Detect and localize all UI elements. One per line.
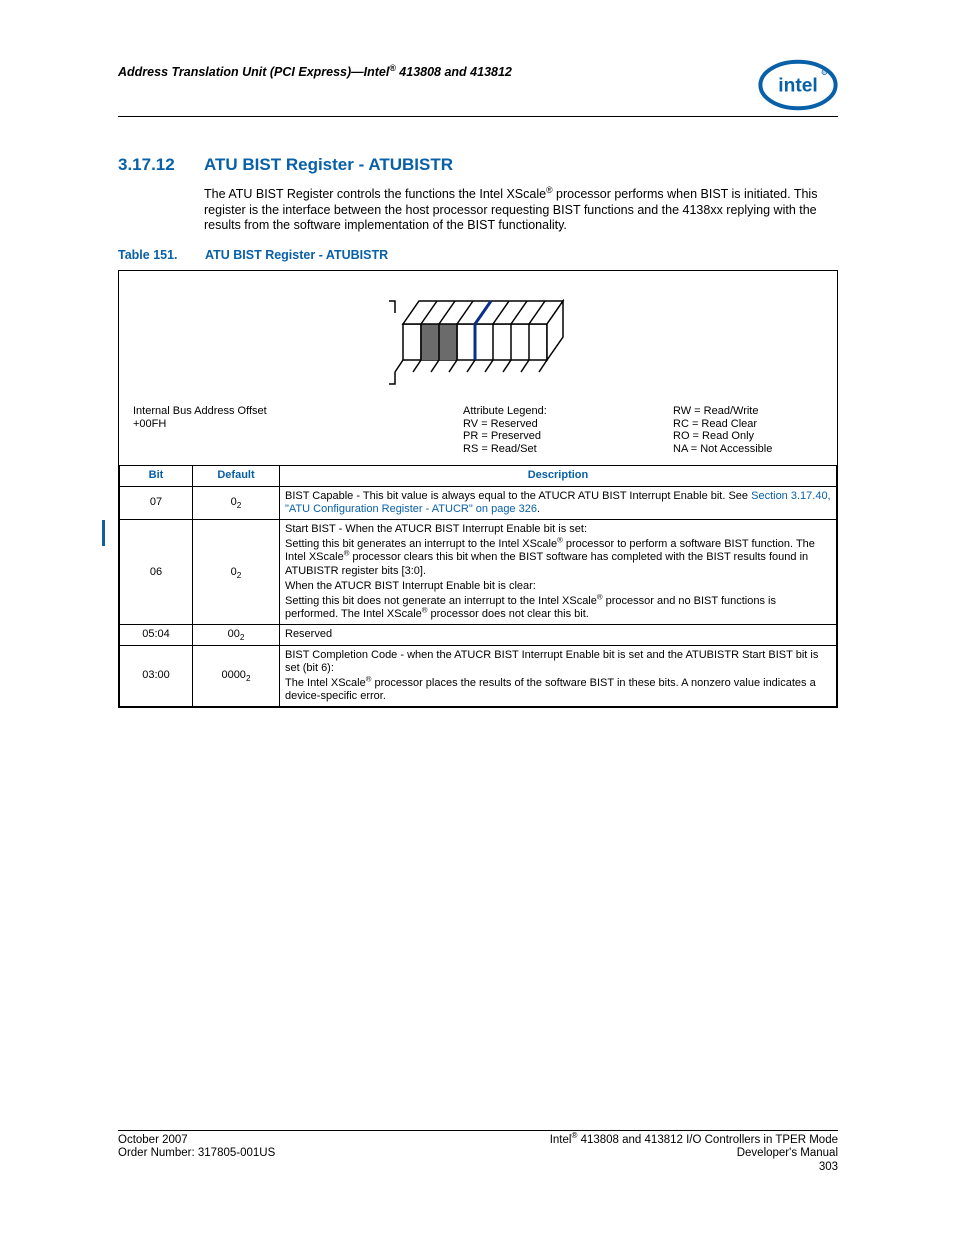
footer-right: Intel® 413808 and 413812 I/O Controllers… xyxy=(550,1134,838,1175)
footer-doc: Developer's Manual xyxy=(550,1147,838,1161)
table-label: Table 151. xyxy=(118,248,202,262)
legend-right: RW = Read/Write RC = Read Clear RO = Rea… xyxy=(673,405,823,456)
desc-cell: BIST Completion Code - when the ATUCR BI… xyxy=(280,645,837,707)
footer-order: Order Number: 317805-001US xyxy=(118,1147,275,1161)
register-figure: Internal Bus Address Offset +00FH Attrib… xyxy=(118,270,838,708)
legend-rv: RV = Reserved xyxy=(463,418,673,431)
legend-rs: RS = Read/Set xyxy=(463,443,673,456)
footer-product: Intel® 413808 and 413812 I/O Controllers… xyxy=(550,1134,838,1148)
bit-cell: 03:00 xyxy=(120,645,193,707)
bit-diagram xyxy=(383,289,573,399)
bit-cell: 06 xyxy=(120,520,193,625)
running-title: Address Translation Unit (PCI Express)—I… xyxy=(118,65,512,109)
default-cell: 02 xyxy=(193,486,280,519)
page-footer: October 2007 Order Number: 317805-001US … xyxy=(118,1130,838,1175)
table-row: 03:00 00002 BIST Completion Code - when … xyxy=(120,645,837,707)
table-row: 05:04 002 Reserved xyxy=(120,625,837,645)
footer-left: October 2007 Order Number: 317805-001US xyxy=(118,1134,275,1175)
legend-middle: Attribute Legend: RV = Reserved PR = Pre… xyxy=(463,405,673,456)
offset-value: +00FH xyxy=(133,418,463,431)
page-header: Address Translation Unit (PCI Express)—I… xyxy=(118,60,838,117)
legend-title: Attribute Legend: xyxy=(463,405,673,418)
intel-logo: intel R xyxy=(758,58,838,112)
legend-rc: RC = Read Clear xyxy=(673,418,823,431)
legend-ro: RO = Read Only xyxy=(673,430,823,443)
desc-cell: Start BIST - When the ATUCR BIST Interru… xyxy=(280,520,837,625)
desc-cell: BIST Capable - This bit value is always … xyxy=(280,486,837,519)
change-bar xyxy=(102,520,105,546)
legend-pr: PR = Preserved xyxy=(463,430,673,443)
table-row: 06 02 Start BIST - When the ATUCR BIST I… xyxy=(120,520,837,625)
section-number: 3.17.12 xyxy=(118,155,204,175)
footer-date: October 2007 xyxy=(118,1134,275,1148)
offset-block: Internal Bus Address Offset +00FH xyxy=(133,405,463,456)
page-number: 303 xyxy=(550,1161,838,1175)
desc-cell: Reserved xyxy=(280,625,837,645)
table-row: 07 02 BIST Capable - This bit value is a… xyxy=(120,486,837,519)
default-cell: 02 xyxy=(193,520,280,625)
svg-text:intel: intel xyxy=(778,75,817,96)
table-caption: Table 151. ATU BIST Register - ATUBISTR xyxy=(118,248,838,262)
bit-cell: 07 xyxy=(120,486,193,519)
table-title: ATU BIST Register - ATUBISTR xyxy=(205,248,388,262)
default-cell: 002 xyxy=(193,625,280,645)
bit-cell: 05:04 xyxy=(120,625,193,645)
col-default: Default xyxy=(193,466,280,486)
section-title: ATU BIST Register - ATUBISTR xyxy=(204,155,453,175)
section-body: The ATU BIST Register controls the funct… xyxy=(204,187,838,234)
default-cell: 00002 xyxy=(193,645,280,707)
col-desc: Description xyxy=(280,466,837,486)
legend-na: NA = Not Accessible xyxy=(673,443,823,456)
register-table: Bit Default Description 07 02 BIST Capab… xyxy=(119,465,837,707)
offset-label: Internal Bus Address Offset xyxy=(133,405,463,418)
col-bit: Bit xyxy=(120,466,193,486)
svg-text:R: R xyxy=(823,71,826,75)
section-heading: 3.17.12 ATU BIST Register - ATUBISTR xyxy=(118,155,838,175)
legend-rw: RW = Read/Write xyxy=(673,405,823,418)
